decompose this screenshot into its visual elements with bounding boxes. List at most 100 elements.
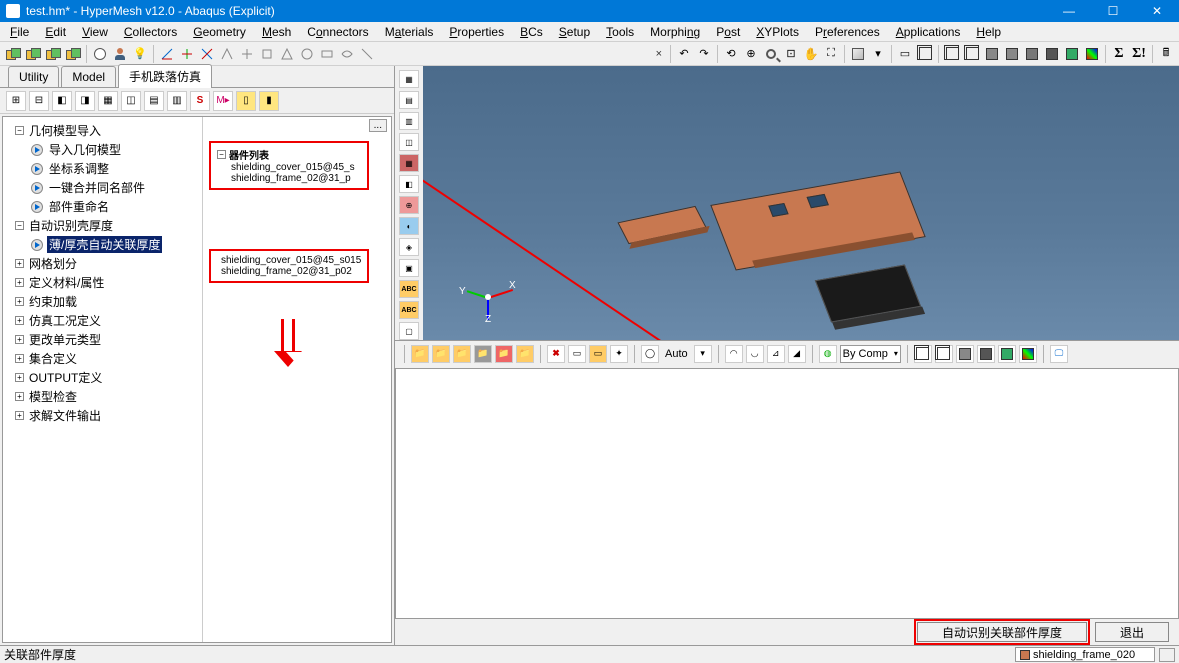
tool-shaded-1[interactable]: [1023, 45, 1041, 63]
vbtn-8[interactable]: ◐: [399, 217, 419, 235]
bbtn-wire-2[interactable]: [935, 345, 953, 363]
vbtn-abc1[interactable]: ABC: [399, 280, 419, 298]
sec-btn-8[interactable]: ▥: [167, 91, 187, 111]
tree-node-change-elemtype[interactable]: 更改单元类型: [27, 331, 103, 348]
tab-model[interactable]: Model: [61, 66, 116, 87]
bbtn-globe[interactable]: ◍: [819, 345, 837, 363]
sec-btn-6[interactable]: ◫: [121, 91, 141, 111]
sec-btn-m[interactable]: M▸: [213, 91, 233, 111]
tool-sigma-1[interactable]: Σ: [1110, 45, 1128, 63]
tree-node-thin-thick-assoc[interactable]: 薄/厚壳自动关联厚度: [47, 236, 162, 253]
tool-components-3[interactable]: [44, 45, 62, 63]
tool-shaded-3[interactable]: [1063, 45, 1081, 63]
bbtn-shade-3[interactable]: [998, 345, 1016, 363]
tool-rotate[interactable]: ⟲: [722, 45, 740, 63]
bbtn-display[interactable]: 🖵: [1050, 345, 1068, 363]
tool-sigma-2[interactable]: Σ!: [1130, 45, 1148, 63]
menu-materials[interactable]: Materials: [377, 23, 442, 41]
bbtn-folder-4[interactable]: 📁: [474, 345, 492, 363]
bbtn-surf-1[interactable]: ◠: [725, 345, 743, 363]
menu-tools[interactable]: Tools: [598, 23, 642, 41]
sec-btn-o2[interactable]: ▮: [259, 91, 279, 111]
bbtn-folder-5[interactable]: 📁: [495, 345, 513, 363]
toolbar-close-icon[interactable]: ×: [652, 48, 666, 60]
menu-applications[interactable]: Applications: [888, 23, 969, 41]
tool-components-2[interactable]: [24, 45, 42, 63]
tool-rotate-center[interactable]: ⊕: [742, 45, 760, 63]
tool-light[interactable]: 💡: [131, 45, 149, 63]
bbtn-folder-3[interactable]: 📁: [453, 345, 471, 363]
menu-geometry[interactable]: Geometry: [185, 23, 254, 41]
menu-edit[interactable]: Edit: [37, 23, 74, 41]
tool-axis-1[interactable]: [158, 45, 176, 63]
parts-list-item-1[interactable]: shielding_cover_015@45_s: [217, 162, 361, 173]
menu-properties[interactable]: Properties: [441, 23, 512, 41]
tool-redo[interactable]: ↷: [695, 45, 713, 63]
tool-profile[interactable]: [91, 45, 109, 63]
bbtn-folder-2[interactable]: 📁: [432, 345, 450, 363]
bbtn-shade-4[interactable]: [1019, 345, 1037, 363]
maximize-button[interactable]: ☐: [1091, 0, 1135, 22]
viewport-3d[interactable]: X Y Z: [423, 66, 1179, 340]
menu-xyplots[interactable]: XYPlots: [748, 23, 807, 41]
menu-mesh[interactable]: Mesh: [254, 23, 299, 41]
sec-btn-o1[interactable]: ▯: [236, 91, 256, 111]
bbtn-wire-1[interactable]: [914, 345, 932, 363]
tool-axis-2[interactable]: [178, 45, 196, 63]
tab-utility[interactable]: Utility: [8, 66, 59, 87]
identify-thickness-button[interactable]: 自动识别关联部件厚度: [917, 622, 1087, 642]
tool-wireframe-1[interactable]: [943, 45, 961, 63]
parts-list-item-2[interactable]: shielding_frame_02@31_p: [217, 173, 361, 184]
tool-shaded-4[interactable]: [1083, 45, 1101, 63]
sec-btn-2[interactable]: ⊟: [29, 91, 49, 111]
bbtn-auto-dropdown[interactable]: ▾: [694, 345, 712, 363]
tool-components-1[interactable]: [4, 45, 22, 63]
bbtn-box-1[interactable]: ▭: [568, 345, 586, 363]
tool-axis-6[interactable]: [258, 45, 276, 63]
tree-node-merge-parts[interactable]: 一键合并同名部件: [47, 179, 147, 196]
tool-hidden-1[interactable]: [983, 45, 1001, 63]
tool-axis-11[interactable]: [358, 45, 376, 63]
tool-user[interactable]: [111, 45, 129, 63]
tree-node-solver-export[interactable]: 求解文件输出: [27, 407, 103, 424]
menu-help[interactable]: Help: [968, 23, 1009, 41]
vbtn-4[interactable]: ◫: [399, 133, 419, 151]
tree-node-geom-import[interactable]: 几何模型导入: [27, 122, 103, 139]
bbtn-spark[interactable]: ✦: [610, 345, 628, 363]
menu-post[interactable]: Post: [708, 23, 748, 41]
tree-node-rename-parts[interactable]: 部件重命名: [47, 198, 111, 215]
vbtn-3[interactable]: ▥: [399, 112, 419, 130]
vbtn-10[interactable]: ▣: [399, 259, 419, 277]
tree-node-sim-case[interactable]: 仿真工况定义: [27, 312, 103, 329]
vbtn-5[interactable]: ▦: [399, 154, 419, 172]
mapped-item-2[interactable]: shielding_frame_02@31_p02: [217, 266, 361, 277]
minimize-button[interactable]: —: [1047, 0, 1091, 22]
tool-wireframe-2[interactable]: [963, 45, 981, 63]
command-area[interactable]: [395, 368, 1179, 619]
exit-button[interactable]: 退出: [1095, 622, 1169, 642]
vbtn-7[interactable]: ⊕: [399, 196, 419, 214]
tree-node-set-def[interactable]: 集合定义: [27, 350, 79, 367]
tool-axis-10[interactable]: [338, 45, 356, 63]
menu-view[interactable]: View: [74, 23, 116, 41]
tool-view-dropdown[interactable]: ▾: [869, 45, 887, 63]
sec-btn-4[interactable]: ◨: [75, 91, 95, 111]
bbtn-circle[interactable]: ◯: [641, 345, 659, 363]
sec-btn-s[interactable]: S: [190, 91, 210, 111]
menu-morphing[interactable]: Morphing: [642, 23, 708, 41]
bbtn-surf-3[interactable]: ⊿: [767, 345, 785, 363]
tool-box[interactable]: ▭: [896, 45, 914, 63]
tool-zoom-box[interactable]: ⊡: [782, 45, 800, 63]
bbtn-delete[interactable]: ✖: [547, 345, 565, 363]
tool-calc[interactable]: 🖩: [1157, 45, 1175, 63]
bbtn-surf-2[interactable]: ◡: [746, 345, 764, 363]
tool-axis-3[interactable]: [198, 45, 216, 63]
vbtn-11[interactable]: ▢: [399, 322, 419, 340]
vbtn-2[interactable]: ▤: [399, 91, 419, 109]
vbtn-6[interactable]: ◧: [399, 175, 419, 193]
tool-axis-8[interactable]: [298, 45, 316, 63]
vbtn-9[interactable]: ◈: [399, 238, 419, 256]
bycomp-select[interactable]: By Comp▾: [840, 345, 901, 363]
bbtn-surf-4[interactable]: ◢: [788, 345, 806, 363]
tool-shaded-2[interactable]: [1043, 45, 1061, 63]
